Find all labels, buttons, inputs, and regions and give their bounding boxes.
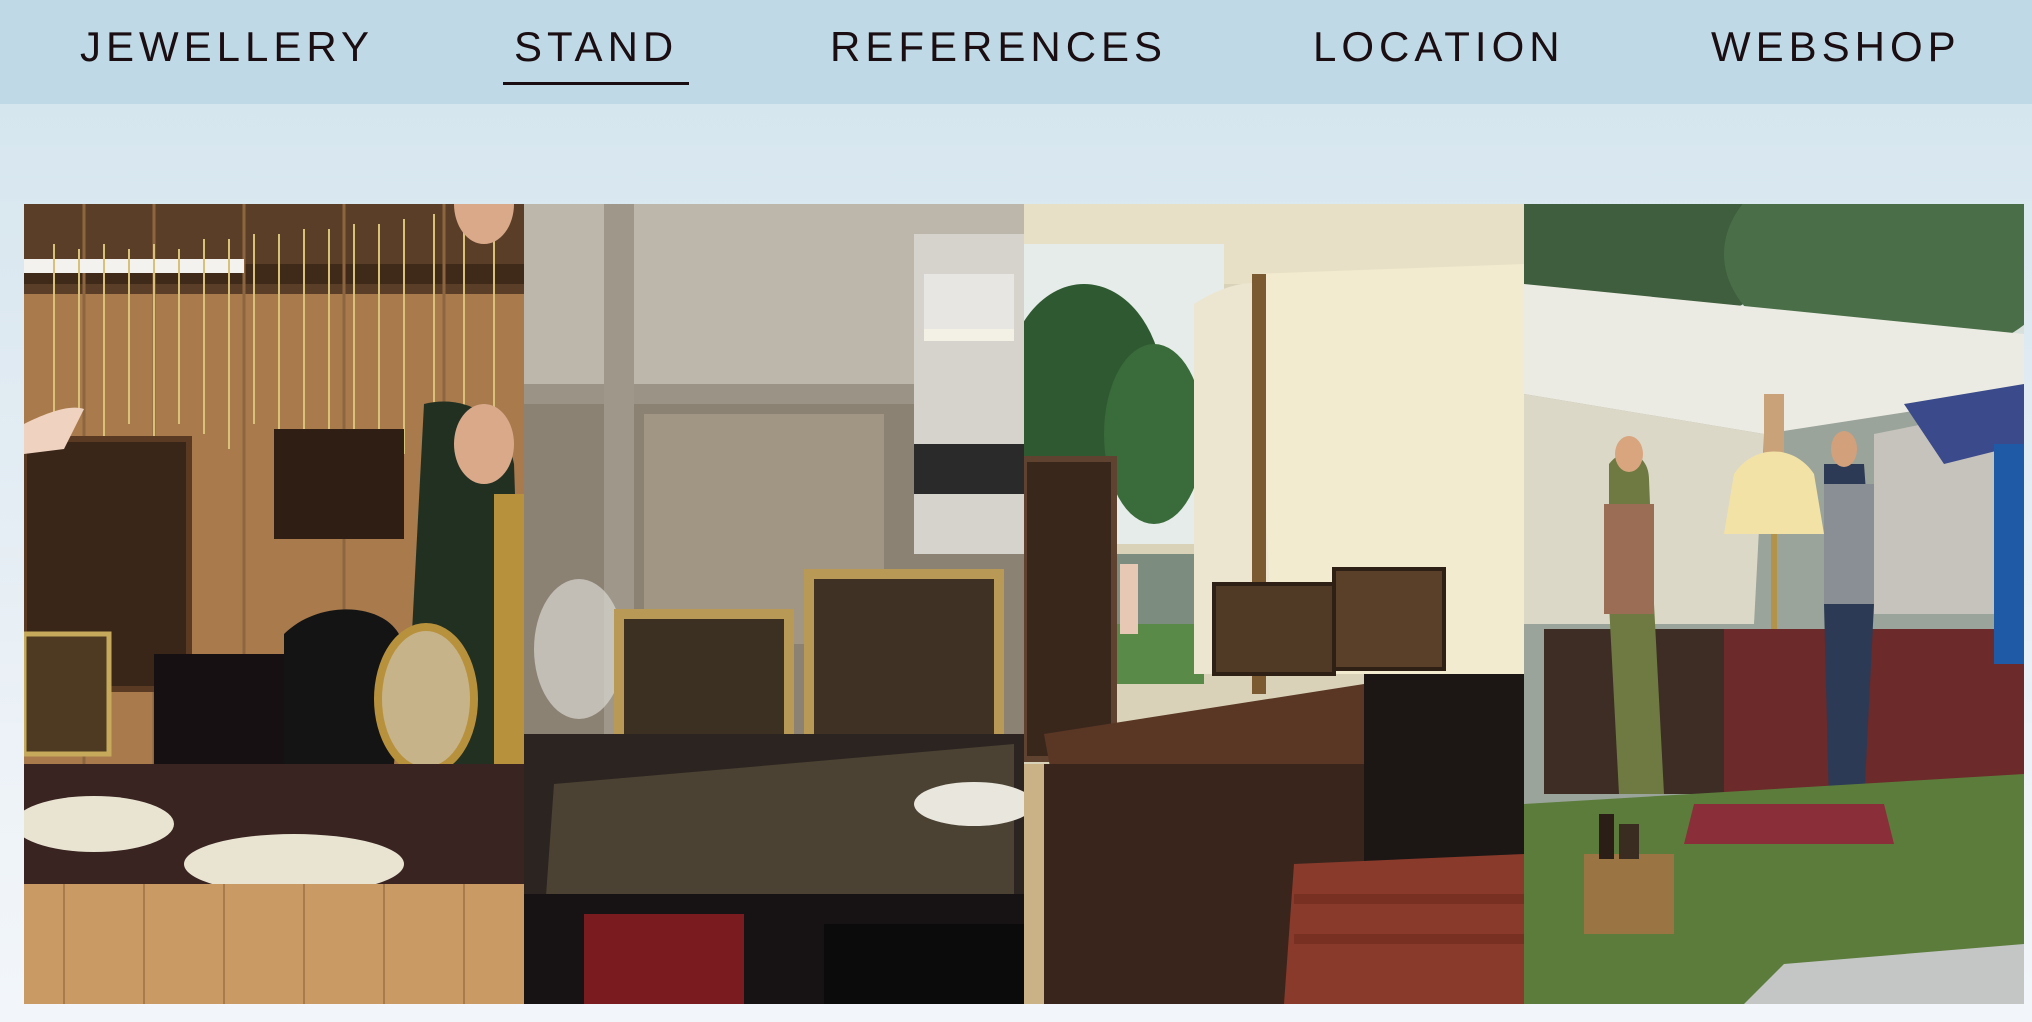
active-nav-underline	[503, 82, 690, 85]
photo-indoor-stand	[24, 204, 524, 1004]
gallery-photo-4[interactable]	[1524, 204, 2024, 1004]
top-navigation: JEWELLERY STAND REFERENCES LOCATION WEBS…	[0, 0, 2032, 104]
nav-webshop[interactable]: WEBSHOP	[1711, 22, 1961, 72]
photo-display-table	[524, 204, 1024, 1004]
nav-jewellery[interactable]: JEWELLERY	[80, 22, 374, 72]
gallery-photo-1[interactable]	[24, 204, 524, 1004]
nav-location[interactable]: LOCATION	[1313, 22, 1565, 72]
gallery-photo-2[interactable]	[524, 204, 1024, 1004]
nav-references[interactable]: REFERENCES	[830, 22, 1167, 72]
nav-stand[interactable]: STAND	[503, 22, 690, 85]
gallery-photo-3[interactable]	[1024, 204, 1524, 1004]
photo-tent-stand	[1024, 204, 1524, 1004]
photo-outdoor-stand	[1524, 204, 2024, 1004]
stand-photo-gallery	[24, 204, 2024, 1004]
nav-stand-label: STAND	[514, 23, 679, 70]
